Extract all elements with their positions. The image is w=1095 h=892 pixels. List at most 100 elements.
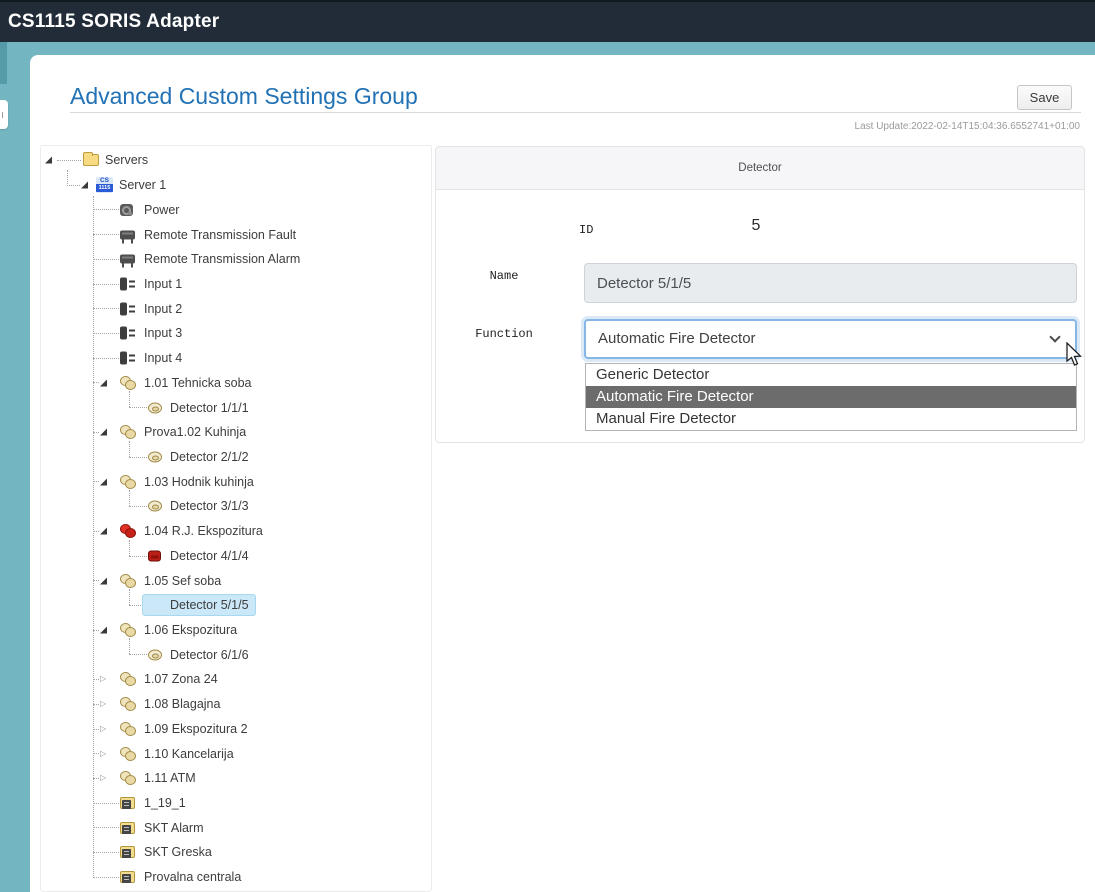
tree-item[interactable]: Remote Transmission Fault [41,222,431,247]
tree-item[interactable]: Input 2 [41,296,431,321]
chevron-down-icon [1049,331,1060,342]
tree-item-label: Prova1.02 Kuhinja [144,425,246,439]
function-select-value: Automatic Fire Detector [598,330,756,347]
collapse-icon[interactable] [100,429,107,436]
zone-icon [120,574,136,588]
panel-icon [120,846,135,858]
tree-item-label: Detector 4/1/4 [170,549,249,563]
zone-icon [120,425,136,439]
tree-item[interactable]: Remote Transmission Alarm [41,247,431,272]
tree-item[interactable]: 1.01 Tehnicka soba [41,370,431,395]
tree-item[interactable]: Detector 2/1/2 [41,445,431,470]
id-value: 5 [736,217,776,235]
expand-icon[interactable] [100,699,108,709]
tree-item[interactable]: 1.03 Hodnik kuhinja [41,469,431,494]
zone-icon [120,747,136,761]
collapse-icon[interactable] [100,478,107,485]
tree-item-label: 1.11 ATM [144,771,196,785]
tree-item[interactable]: 1.10 Kancelarija [41,741,431,766]
sidebar-collapse-handle[interactable] [0,100,8,129]
name-label: Name [436,269,572,283]
tree-item-label: Provalna centrala [144,870,241,884]
collapse-icon[interactable] [100,627,107,634]
tree-item[interactable]: Input 3 [41,321,431,346]
tree-item-label: 1.06 Ekspozitura [144,623,237,637]
tree-item[interactable]: Input 1 [41,272,431,297]
tree-item[interactable]: 1_19_1 [41,791,431,816]
device-tree: Servers Server 1 Power Remote Transmissi… [40,145,432,892]
tree-item[interactable]: 1.11 ATM [41,766,431,791]
tree-item[interactable]: Detector 3/1/3 [41,494,431,519]
tree-item[interactable]: 1.08 Blagajna [41,692,431,717]
input-icon [120,302,127,315]
dropdown-option[interactable]: Automatic Fire Detector [586,386,1076,408]
detector-icon [148,501,162,512]
tree-item-label: 1.08 Blagajna [144,697,220,711]
last-update-text: Last Update:2022-02-14T15:04:36.6552741+… [855,121,1080,132]
tree-item[interactable]: Prova1.02 Kuhinja [41,420,431,445]
tree-item[interactable]: Detector 6/1/6 [41,642,431,667]
tree-item[interactable]: SKT Alarm [41,815,431,840]
tree-item[interactable]: Servers [41,148,431,173]
tree-item[interactable]: 1.07 Zona 24 [41,667,431,692]
zone-icon [120,697,136,711]
panel-icon [120,822,135,834]
tree-item-label: 1.09 Ekspozitura 2 [144,722,248,736]
zone-icon [120,475,136,489]
collapse-icon[interactable] [100,528,107,535]
expand-icon[interactable] [100,749,108,759]
expand-icon[interactable] [100,773,108,783]
tree-item-label: Remote Transmission Alarm [144,252,300,266]
collapse-icon[interactable] [100,577,107,584]
collapse-icon[interactable] [45,157,52,164]
tree-item[interactable]: Detector 5/1/5 [41,593,431,618]
tree-item[interactable]: Detector 4/1/4 [41,544,431,569]
input-icon [120,277,127,290]
dropdown-option[interactable]: Manual Fire Detector [586,408,1076,430]
function-select[interactable]: Automatic Fire Detector [584,319,1077,359]
dropdown-option[interactable]: Generic Detector [586,364,1076,386]
app-title-bar: CS1115 SORIS Adapter [0,0,1095,42]
left-rail-shade [0,42,7,84]
tree-item[interactable]: 1.05 Sef soba [41,568,431,593]
tree-item[interactable]: SKT Greska [41,840,431,865]
collapse-icon[interactable] [81,182,88,189]
cs1115-icon [96,177,113,193]
tree-item[interactable]: 1.06 Ekspozitura [41,618,431,643]
tree-item-label: Power [144,203,179,217]
zone-icon [120,672,136,686]
tree-item[interactable]: 1.09 Ekspozitura 2 [41,717,431,742]
tree-item-label: Detector 3/1/3 [170,499,249,513]
collapse-icon[interactable] [100,379,107,386]
tree-item-label: Detector 6/1/6 [170,648,249,662]
tree-item[interactable]: 1.04 R.J. Ekspozitura [41,519,431,544]
tree-item[interactable]: Server 1 [41,173,431,198]
tree-item-label: 1_19_1 [144,796,186,810]
tree-item-label: Detector 1/1/1 [170,401,249,415]
tree-item[interactable]: Detector 1/1/1 [41,395,431,420]
panel-icon [120,797,135,809]
tree-item[interactable]: Power [41,197,431,222]
detector-panel: Detector ID 5 Name Function Automatic Fi… [435,146,1085,443]
tree-item-label: 1.03 Hodnik kuhinja [144,475,254,489]
detector-alarm-icon [148,550,161,561]
zone-icon [120,722,136,736]
tree-item-label: Input 4 [144,351,182,365]
zone-icon [120,623,136,637]
panel-icon [120,871,135,883]
input-icon [120,352,127,365]
tree-item-label: Remote Transmission Fault [144,228,296,242]
expand-icon[interactable] [100,724,108,734]
name-input[interactable] [584,263,1077,303]
save-button[interactable]: Save [1017,85,1072,110]
zone-icon [120,771,136,785]
detector-icon [148,451,162,462]
page-title: Advanced Custom Settings Group [70,83,418,110]
tree-item[interactable]: Provalna centrala [41,865,431,890]
tree-item-label: Detector 2/1/2 [170,450,249,464]
folder-icon [83,154,99,166]
app-title: CS1115 SORIS Adapter [8,11,219,33]
tree-item[interactable]: Input 4 [41,346,431,371]
expand-icon[interactable] [100,674,108,684]
mouse-cursor [1064,342,1088,368]
